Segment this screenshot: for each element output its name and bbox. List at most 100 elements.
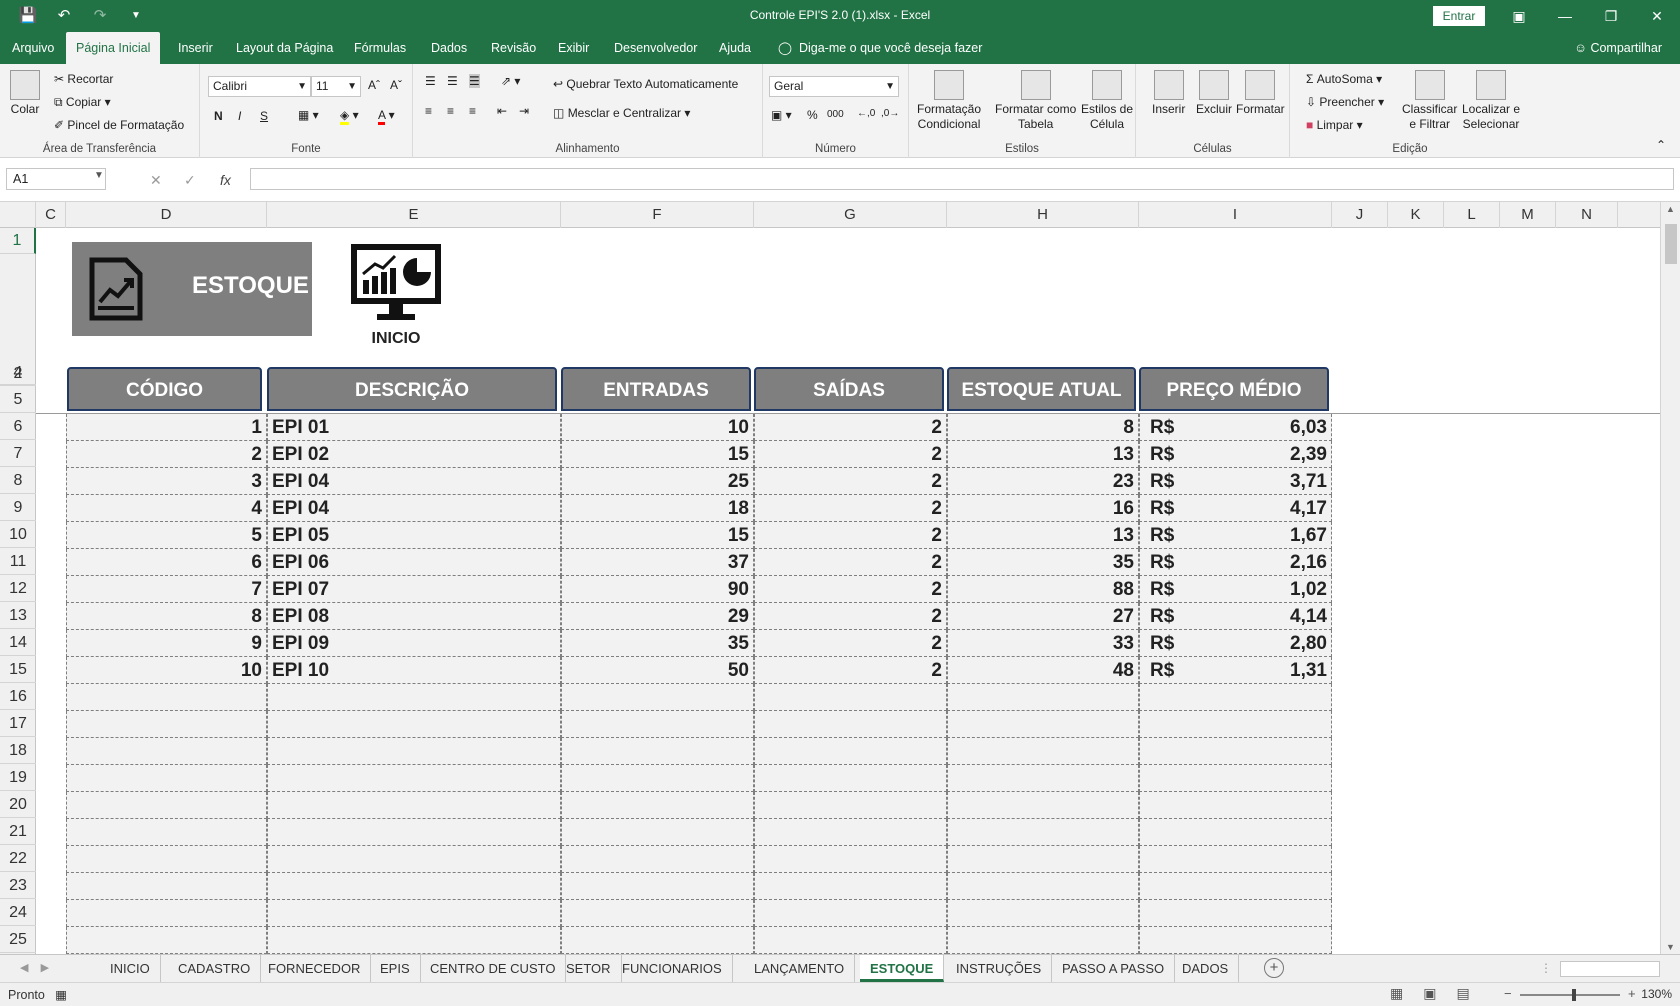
sheet-tab[interactable]: FUNCIONARIOS [612,955,733,982]
cell-saidas[interactable]: 2 [754,495,947,522]
empty-cell[interactable] [754,900,947,927]
row-header[interactable]: 18 [0,737,36,764]
tab-split-handle[interactable]: ⋮ [1540,961,1552,975]
format-as-table-button[interactable]: Formatar como Tabela [995,70,1076,132]
column-header[interactable]: G [754,202,947,228]
minimize-icon[interactable]: — [1542,0,1588,32]
cell-saidas[interactable]: 2 [754,576,947,603]
zoom-slider[interactable] [1520,989,1620,1001]
thousands-button[interactable]: 000 [827,109,844,120]
empty-cell[interactable] [947,765,1139,792]
underline-button[interactable]: S [260,109,268,123]
sheet-tab[interactable]: CENTRO DE CUSTO [420,955,567,982]
empty-cell[interactable] [561,711,754,738]
empty-cell[interactable] [561,900,754,927]
empty-cell[interactable] [754,792,947,819]
cell-estoque[interactable]: 48 [947,657,1139,684]
clear-button[interactable]: ■ Limpar ▾ [1306,118,1363,132]
tell-me-box[interactable]: ◯ Diga-me o que você deseja fazer [778,32,982,64]
cell-estoque[interactable]: 8 [947,414,1139,441]
cell-codigo[interactable]: 1 [66,414,267,441]
row-header[interactable]: 11 [0,548,36,575]
empty-cell[interactable] [66,684,267,711]
zoom-level[interactable]: 130% [1641,987,1672,1001]
empty-cell[interactable] [947,927,1139,954]
empty-cell[interactable] [947,738,1139,765]
empty-cell[interactable] [947,792,1139,819]
collapse-ribbon-icon[interactable]: ⌃ [1656,138,1666,152]
scroll-down-icon[interactable]: ▼ [1666,942,1675,952]
cell-saidas[interactable]: 2 [754,630,947,657]
empty-cell[interactable] [754,873,947,900]
sheet-tab[interactable]: LANÇAMENTO [744,955,856,982]
cell-preco[interactable]: R$ 1,02 [1139,576,1332,603]
empty-cell[interactable] [66,765,267,792]
align-top-icon[interactable]: ☰ [425,74,436,88]
cell-descricao[interactable]: EPI 05 [267,522,561,549]
align-bottom-icon[interactable]: ☰ [469,74,480,88]
cell-entradas[interactable]: 18 [561,495,754,522]
empty-cell[interactable] [267,900,561,927]
sheet-tab[interactable]: CADASTRO [168,955,262,982]
sheet-tab[interactable]: PASSO A PASSO [1052,955,1176,982]
empty-cell[interactable] [1139,900,1332,927]
empty-cell[interactable] [561,873,754,900]
sort-filter-button[interactable]: Classificar e Filtrar [1402,70,1457,132]
empty-cell[interactable] [267,873,561,900]
close-icon[interactable]: ✕ [1634,0,1680,32]
sheet-tab[interactable]: ESTOQUE [860,955,945,982]
row-header[interactable]: 12 [0,575,36,602]
cell-saidas[interactable]: 2 [754,414,947,441]
empty-cell[interactable] [1139,819,1332,846]
empty-cell[interactable] [754,711,947,738]
empty-cell[interactable] [66,819,267,846]
cell-estoque[interactable]: 13 [947,441,1139,468]
share-button[interactable]: ☺ Compartilhar [1574,32,1662,64]
align-middle-icon[interactable]: ☰ [447,74,458,88]
row-header[interactable]: 5 [0,386,36,413]
empty-cell[interactable] [66,711,267,738]
cell-entradas[interactable]: 15 [561,441,754,468]
add-sheet-icon[interactable]: + [1264,958,1284,978]
cell-preco[interactable]: R$ 1,31 [1139,657,1332,684]
row-header[interactable]: 24 [0,899,36,926]
column-header[interactable]: F [561,202,754,228]
column-header[interactable]: K [1388,202,1444,228]
empty-cell[interactable] [754,765,947,792]
column-header[interactable]: L [1444,202,1500,228]
row-header[interactable]: 9 [0,494,36,521]
cell-descricao[interactable]: EPI 02 [267,441,561,468]
tab-exibir[interactable]: Exibir [558,32,589,64]
cell-preco[interactable]: R$ 6,03 [1139,414,1332,441]
cell-entradas[interactable]: 10 [561,414,754,441]
cell-codigo[interactable]: 2 [66,441,267,468]
format-painter-button[interactable]: ✐ Pincel de Formatação [54,118,184,132]
cell-codigo[interactable]: 6 [66,549,267,576]
conditional-formatting-button[interactable]: Formatação Condicional [917,70,981,132]
empty-cell[interactable] [561,819,754,846]
cell-styles-button[interactable]: Estilos de Célula [1081,70,1133,132]
sheet-tab[interactable]: INSTRUÇÕES [946,955,1053,982]
cell-estoque[interactable]: 23 [947,468,1139,495]
worksheet-grid[interactable]: ESTOQUE INICIO CÓDIGO DESCRIÇÃO ENTRADAS… [36,228,1660,954]
cell-estoque[interactable]: 27 [947,603,1139,630]
cell-entradas[interactable]: 29 [561,603,754,630]
sheet-nav-arrows[interactable]: ◀ ▶ [20,955,49,982]
merge-center-button[interactable]: ◫ Mesclar e Centralizar ▾ [553,106,690,120]
empty-cell[interactable] [947,819,1139,846]
empty-cell[interactable] [754,738,947,765]
empty-cell[interactable] [1139,765,1332,792]
wrap-text-button[interactable]: ↩ Quebrar Texto Automaticamente [553,77,738,91]
row-header[interactable]: 4 [0,359,36,386]
row-header[interactable]: 19 [0,764,36,791]
tab-dados[interactable]: Dados [431,32,467,64]
row-header[interactable]: 20 [0,791,36,818]
row-header[interactable]: 17 [0,710,36,737]
empty-cell[interactable] [561,792,754,819]
row-header[interactable]: 13 [0,602,36,629]
insert-cells-button[interactable]: Inserir [1152,70,1185,117]
empty-cell[interactable] [66,927,267,954]
cell-preco[interactable]: R$ 2,80 [1139,630,1332,657]
row-header[interactable]: 10 [0,521,36,548]
cell-preco[interactable]: R$ 1,67 [1139,522,1332,549]
